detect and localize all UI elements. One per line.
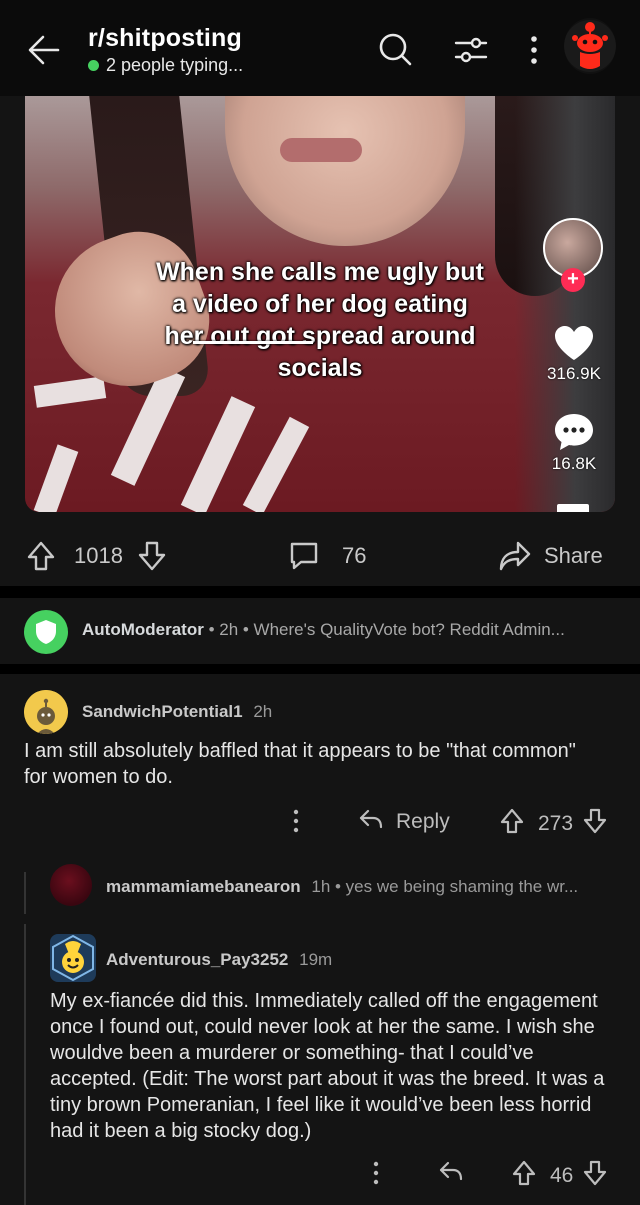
online-dot-icon bbox=[88, 60, 99, 71]
video-like-count: 316.9K bbox=[547, 364, 601, 383]
comment-vote-count: 273 bbox=[538, 812, 574, 835]
search-icon[interactable] bbox=[378, 32, 412, 66]
video-scene-lips bbox=[280, 138, 362, 162]
top-bar: r/shitposting 2 people typing... bbox=[0, 0, 640, 96]
video-scene-face bbox=[225, 96, 465, 246]
downvote-arrow-icon[interactable] bbox=[583, 1160, 607, 1192]
comment-more-icon[interactable] bbox=[370, 1160, 382, 1186]
post-video[interactable]: When she calls me ugly but a video of he… bbox=[25, 96, 615, 512]
comment-body: I am still absolutely baffled that it ap… bbox=[24, 740, 576, 788]
shirt-print-stripe bbox=[33, 444, 79, 512]
comment-username[interactable]: mammamiamebanearon bbox=[106, 877, 301, 896]
automod-username[interactable]: AutoModerator bbox=[82, 620, 204, 639]
thread-line[interactable] bbox=[24, 872, 26, 914]
upvote-arrow-icon[interactable] bbox=[512, 1160, 536, 1192]
comment-count: 76 bbox=[342, 543, 367, 568]
thread-line[interactable] bbox=[24, 924, 26, 1205]
post-vote-count: 1018 bbox=[74, 543, 123, 568]
comment-body: My ex-fiancée did this. Immediately call… bbox=[50, 990, 605, 1142]
upvote-arrow-icon[interactable] bbox=[26, 540, 56, 572]
section-divider bbox=[0, 586, 640, 598]
share-icon bbox=[498, 540, 532, 572]
comment-time: 19m bbox=[299, 950, 333, 969]
automoderator-comment[interactable]: AutoModerator • 2h • Where's QualityVote… bbox=[0, 598, 640, 664]
video-caption: When she calls me ugly but a video of he… bbox=[156, 258, 484, 382]
video-comment-count: 16.8K bbox=[551, 454, 597, 473]
downvote-arrow-icon[interactable] bbox=[583, 808, 607, 840]
reply-arrow-icon bbox=[358, 808, 384, 836]
share-button[interactable]: Share bbox=[498, 540, 603, 572]
comment-vote-group: 273 bbox=[500, 808, 607, 840]
comment-time: 2h bbox=[253, 702, 273, 721]
automod-meta: • 2h • Where's QualityVote bot? Reddit A… bbox=[208, 620, 565, 639]
share-arrow-icon bbox=[557, 504, 589, 512]
reply-button[interactable]: Reply bbox=[358, 808, 450, 836]
shirt-print-stripe bbox=[180, 396, 256, 512]
comment-username[interactable]: SandwichPotential1 bbox=[82, 702, 243, 721]
subreddit-name[interactable]: r/shitposting bbox=[88, 24, 243, 53]
post-action-bar: 1018 76 Share bbox=[0, 520, 640, 590]
comment-meta: mammamiamebanearon 1h • yes we being sha… bbox=[106, 877, 578, 897]
typing-indicator: 2 people typing... bbox=[88, 55, 243, 76]
post-vote-group: 1018 bbox=[26, 540, 167, 572]
reply-label: Reply bbox=[396, 810, 450, 833]
comment-meta-snippet: 1h • yes we being shaming the wr... bbox=[311, 877, 579, 896]
automod-line: AutoModerator • 2h • Where's QualityVote… bbox=[82, 620, 565, 640]
commenter-avatar[interactable] bbox=[24, 690, 68, 734]
comment-bubble-icon bbox=[553, 412, 595, 452]
comment-vote-count: 46 bbox=[550, 1164, 574, 1187]
comment-thread: SandwichPotential1 2h I am still absolut… bbox=[0, 674, 640, 1205]
more-options-icon[interactable] bbox=[524, 34, 544, 66]
automod-avatar bbox=[24, 610, 68, 654]
upvote-arrow-icon[interactable] bbox=[500, 808, 524, 840]
subreddit-title-block[interactable]: r/shitposting 2 people typing... bbox=[88, 24, 243, 76]
downvote-arrow-icon[interactable] bbox=[137, 540, 167, 572]
reply-arrow-icon[interactable] bbox=[438, 1160, 464, 1182]
commenter-avatar[interactable] bbox=[50, 864, 92, 906]
heart-icon bbox=[553, 324, 595, 362]
comment-meta: SandwichPotential1 2h bbox=[82, 702, 272, 722]
commenter-avatar[interactable] bbox=[50, 934, 96, 982]
back-arrow-icon[interactable] bbox=[26, 32, 62, 68]
comment-icon bbox=[288, 540, 320, 572]
share-label: Share bbox=[544, 543, 603, 568]
sort-filter-icon[interactable] bbox=[454, 34, 488, 66]
caption-strikethrough bbox=[193, 341, 313, 344]
shirt-print-stripe bbox=[33, 376, 107, 408]
user-avatar[interactable] bbox=[564, 18, 616, 74]
shirt-print-stripe bbox=[242, 416, 310, 512]
typing-status: 2 people typing... bbox=[106, 55, 244, 75]
comment-vote-group: 46 bbox=[512, 1160, 607, 1192]
comments-button[interactable]: 76 bbox=[288, 540, 366, 572]
comment-username[interactable]: Adventurous_Pay3252 bbox=[106, 950, 288, 969]
comment-meta: Adventurous_Pay3252 19m bbox=[106, 950, 332, 970]
comment-more-icon[interactable] bbox=[290, 808, 302, 834]
follow-plus-icon: + bbox=[561, 268, 585, 292]
